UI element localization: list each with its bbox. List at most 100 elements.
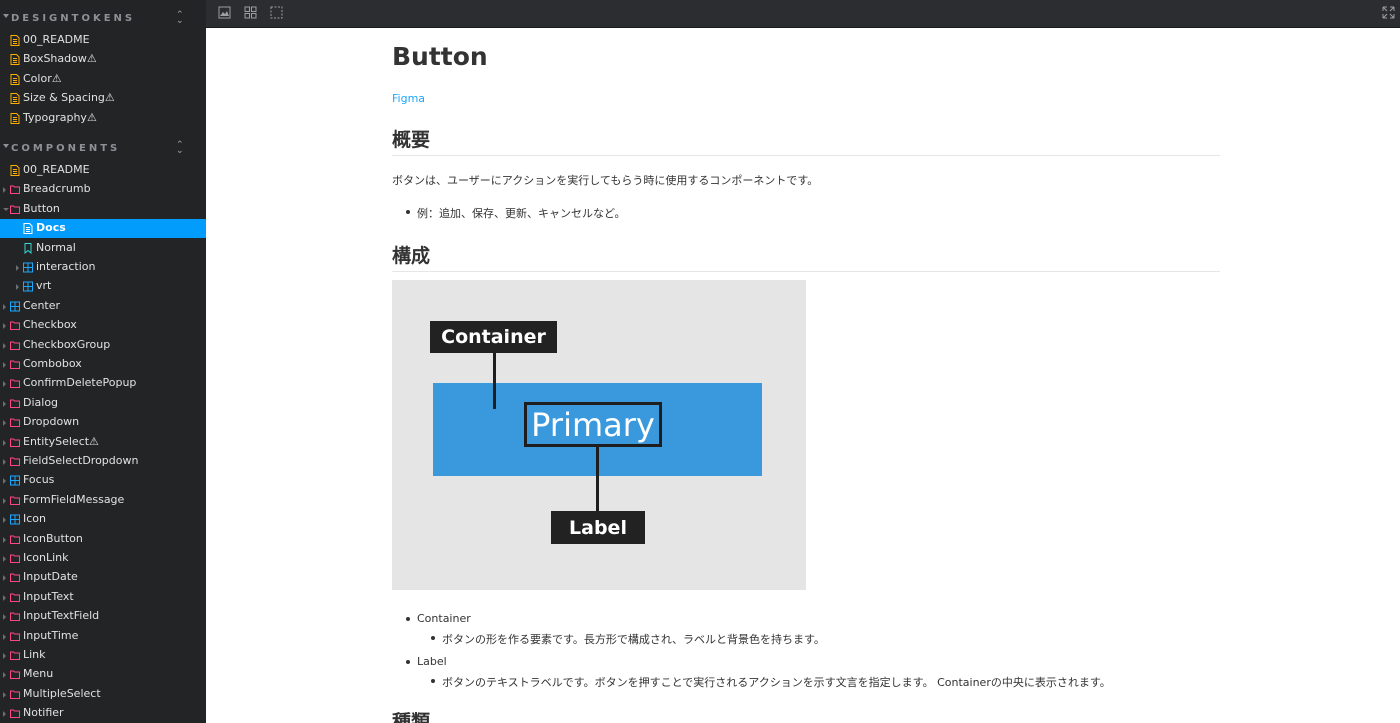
sidebar-item[interactable]: 00_README [0, 161, 206, 180]
sidebar-item[interactable]: Menu [0, 665, 206, 684]
sidebar-item[interactable]: EntitySelect⚠ [0, 433, 206, 452]
sidebar-item[interactable]: Color⚠ [0, 70, 206, 89]
sidebar-item[interactable]: IconButton [0, 530, 206, 549]
caret-right-icon[interactable] [3, 536, 6, 543]
caret-right-icon[interactable] [3, 672, 6, 679]
figma-link[interactable]: Figma [392, 92, 1220, 105]
outline-icon[interactable] [270, 6, 283, 19]
caret-right-icon[interactable] [3, 187, 6, 194]
expand-collapse-icon[interactable]: ⌃ ⌄ [176, 11, 186, 26]
section-title: COMPONENTS [11, 143, 121, 154]
caret-right-icon[interactable] [3, 614, 6, 621]
sidebar-item[interactable]: InputTime [0, 627, 206, 646]
structure-heading: 構成 [392, 245, 431, 267]
expand-collapse-icon[interactable]: ⌃ ⌄ [176, 141, 186, 156]
caret-right-icon[interactable] [3, 653, 6, 659]
folder-icon [10, 689, 20, 700]
sidebar-item-label: 00_README [23, 163, 90, 176]
caret-right-icon[interactable] [3, 594, 6, 601]
sidebar-item[interactable]: Normal [0, 239, 206, 258]
caret-right-icon[interactable] [3, 691, 6, 698]
sidebar-item[interactable]: FieldSelectDropdown [0, 452, 206, 471]
sidebar-item[interactable]: Link [0, 646, 206, 665]
caret-down-icon[interactable] [3, 207, 9, 211]
folder-icon [10, 398, 20, 409]
sidebar-item[interactable]: Docs [0, 219, 206, 239]
connector-line [493, 350, 496, 409]
sidebar-item[interactable]: MultipleSelect [0, 685, 206, 704]
caret-right-icon[interactable] [3, 439, 6, 446]
image-icon[interactable] [218, 6, 231, 19]
sidebar-item[interactable]: FormFieldMessage [0, 491, 206, 510]
sidebar-item[interactable]: Dialog [0, 394, 206, 413]
sidebar-item-label: Menu [23, 667, 54, 681]
sidebar-item[interactable]: InputTextField [0, 607, 206, 626]
caret-right-icon[interactable] [3, 323, 6, 330]
folder-icon [10, 495, 20, 506]
caret-right-icon[interactable] [3, 362, 6, 368]
caret-right-icon[interactable] [3, 556, 6, 562]
sidebar-item[interactable]: BoxShadow⚠ [0, 50, 206, 69]
caret-right-icon[interactable] [3, 575, 6, 582]
sidebar-item[interactable]: Typography⚠ [0, 109, 206, 128]
sidebar-item[interactable]: ConfirmDeletePopup [0, 374, 206, 393]
sidebar-item-label: IconLink [23, 551, 69, 564]
sidebar-item[interactable]: IconLink [0, 549, 206, 568]
caret-right-icon[interactable] [3, 420, 6, 427]
component-icon [10, 475, 20, 486]
sidebar-item[interactable]: Focus [0, 471, 206, 490]
sidebar-item-label: Typography⚠ [23, 110, 97, 124]
sidebar-item-label: BoxShadow⚠ [23, 52, 97, 66]
section-header-components[interactable]: COMPONENTS ⌃ ⌄ [0, 139, 206, 159]
sidebar-item[interactable]: CheckboxGroup [0, 336, 206, 355]
sidebar-item-label: Focus [23, 473, 55, 487]
fullscreen-icon[interactable] [1382, 6, 1395, 19]
folder-icon [10, 359, 20, 370]
folder-icon [10, 534, 20, 545]
component-icon [23, 262, 33, 273]
bullet [406, 660, 410, 664]
sidebar-item[interactable]: Combobox [0, 355, 206, 374]
section-title: DESIGNTOKENS [11, 13, 136, 24]
sidebar-item[interactable]: Size & Spacing⚠ [0, 89, 206, 108]
caret-right-icon[interactable] [16, 265, 19, 271]
caret-right-icon[interactable] [3, 342, 6, 349]
caret-right-icon[interactable] [3, 459, 6, 465]
sidebar-item[interactable]: Icon [0, 510, 206, 529]
sidebar-item[interactable]: InputText [0, 588, 206, 607]
caret-right-icon[interactable] [3, 381, 6, 388]
caret-right-icon[interactable] [3, 711, 6, 718]
bullet [431, 679, 435, 683]
sidebar-item-label: Docs [36, 221, 66, 235]
sidebar-item[interactable]: vrt [0, 277, 206, 296]
sidebar-item-label: Size & Spacing⚠ [23, 91, 115, 105]
section-header-designtokens[interactable]: DESIGNTOKENS ⌃ ⌄ [0, 9, 206, 29]
caret-right-icon[interactable] [3, 478, 6, 485]
caret-right-icon[interactable] [3, 400, 6, 407]
document-icon [10, 112, 20, 124]
sidebar-item[interactable]: InputDate [0, 568, 206, 587]
caret-right-icon[interactable] [16, 284, 19, 291]
caret-right-icon[interactable] [3, 303, 6, 310]
caret-right-icon[interactable] [3, 517, 6, 524]
folder-icon [10, 611, 20, 622]
caret-right-icon[interactable] [3, 633, 6, 640]
sidebar-item[interactable]: Center [0, 297, 206, 316]
sidebar-item[interactable]: Notifier [0, 704, 206, 723]
sidebar-item-label: Color⚠ [23, 71, 62, 85]
sidebar-item[interactable]: Button [0, 200, 206, 219]
sidebar-item[interactable]: Breadcrumb [0, 180, 206, 199]
component-icon [10, 514, 20, 525]
bullet [406, 617, 410, 621]
sidebar-item[interactable]: Dropdown [0, 413, 206, 432]
sidebar-item[interactable]: Checkbox [0, 316, 206, 335]
sidebar-item[interactable]: 00_README [0, 31, 206, 50]
caret-right-icon[interactable] [3, 497, 6, 504]
grid-icon[interactable] [244, 6, 257, 19]
sidebar-item-label: Breadcrumb [23, 182, 91, 196]
sidebar-item-label: Combobox [23, 357, 82, 370]
sidebar-item-label: Checkbox [23, 318, 77, 332]
sidebar-item[interactable]: interaction [0, 258, 206, 277]
sidebar-item-label: interaction [36, 260, 96, 273]
sidebar-item-label: MultipleSelect [23, 686, 101, 700]
